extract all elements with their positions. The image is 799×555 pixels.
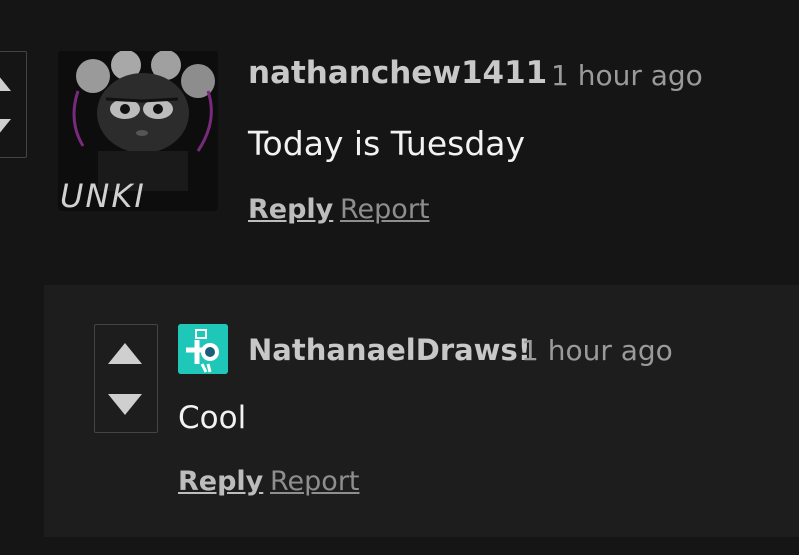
reply-link[interactable]: Reply <box>178 466 263 497</box>
avatar[interactable] <box>178 324 228 374</box>
avatar-text: UNKI <box>60 177 146 211</box>
vote-box <box>0 51 27 158</box>
avatar[interactable]: UNKI <box>58 51 218 211</box>
comment-timestamp[interactable]: 1 hour ago <box>551 59 703 92</box>
comment-text: Cool <box>178 400 247 436</box>
vote-box <box>94 324 158 433</box>
comment-timestamp[interactable]: 1 hour ago <box>521 334 673 367</box>
downvote-icon[interactable] <box>108 394 142 415</box>
report-link[interactable]: Report <box>270 466 360 497</box>
comment-text: Today is Tuesday <box>248 124 526 163</box>
comment-author[interactable]: NathanaelDraws! <box>248 333 531 367</box>
report-link[interactable]: Report <box>340 194 430 225</box>
reply-link[interactable]: Reply <box>248 194 333 225</box>
avatar-image <box>178 324 228 374</box>
upvote-icon[interactable] <box>0 70 11 91</box>
downvote-icon[interactable] <box>0 119 11 140</box>
comment-author[interactable]: nathanchew1411 <box>248 55 547 91</box>
upvote-icon[interactable] <box>108 343 142 364</box>
